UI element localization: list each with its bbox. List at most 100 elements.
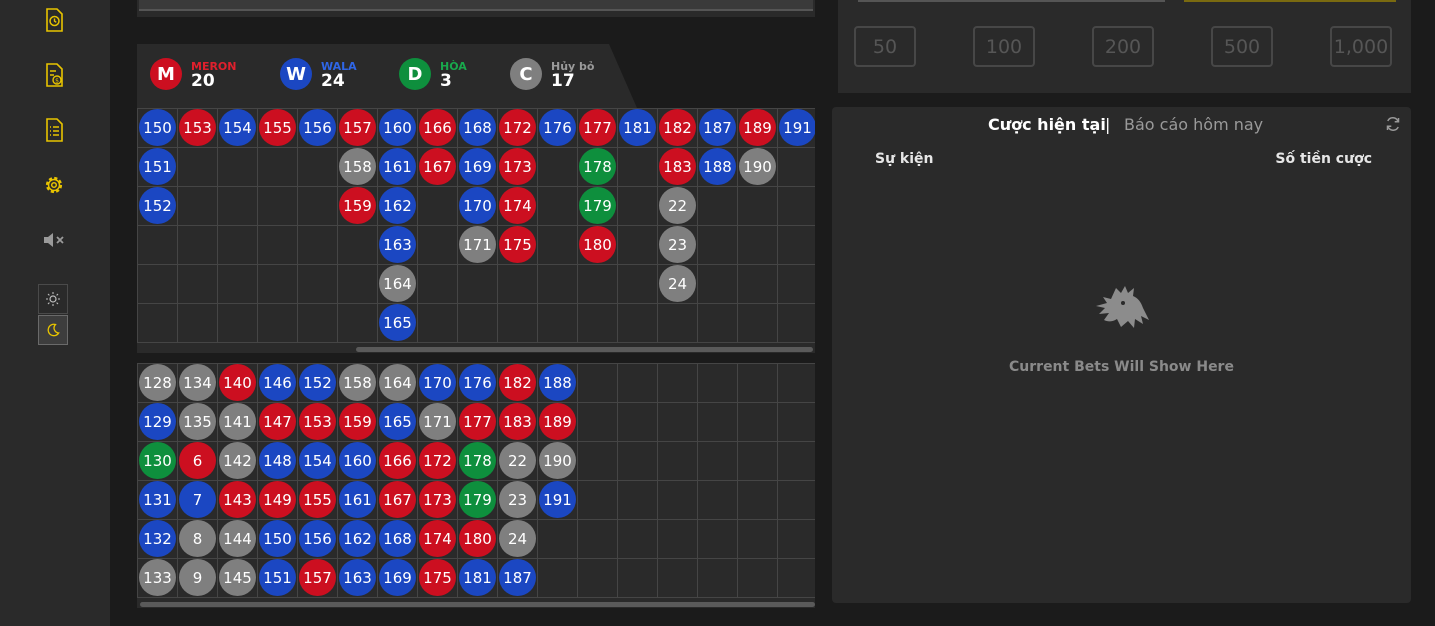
- road-result-ball: 149: [259, 481, 296, 518]
- road-result-ball: 157: [299, 559, 336, 596]
- road-result-ball: 180: [459, 520, 496, 557]
- road-result-ball: 190: [739, 148, 776, 185]
- chip-1000-button[interactable]: 1,000: [1330, 26, 1392, 67]
- road-result-ball: 159: [339, 187, 376, 224]
- road-result-ball: 171: [459, 226, 496, 263]
- road-result-ball: 130: [139, 442, 176, 479]
- column-bet-amount: Số tiền cược: [1275, 151, 1372, 167]
- road-result-ball: 6: [179, 442, 216, 479]
- road-result-ball: 171: [419, 403, 456, 440]
- road-result-ball: 190: [539, 442, 576, 479]
- road-result-ball: 176: [539, 109, 576, 146]
- money-report-icon[interactable]: $: [41, 62, 67, 88]
- tab-today-report[interactable]: Báo cáo hôm nay: [1124, 115, 1263, 134]
- settings-icon[interactable]: [41, 172, 67, 198]
- road-result-ball: 135: [179, 403, 216, 440]
- road-bottom-scrollbar[interactable]: [140, 602, 815, 607]
- road-result-ball: 168: [379, 520, 416, 557]
- moon-icon: [47, 323, 60, 337]
- road-result-ball: 189: [739, 109, 776, 146]
- light-theme-button[interactable]: [38, 284, 68, 314]
- road-result-ball: 157: [339, 109, 376, 146]
- road-result-ball: 180: [579, 226, 616, 263]
- road-result-ball: 188: [699, 148, 736, 185]
- road-result-ball: 161: [339, 481, 376, 518]
- road-result-ball: 23: [659, 226, 696, 263]
- road-result-ball: 179: [579, 187, 616, 224]
- road-result-ball: 155: [259, 109, 296, 146]
- road-result-ball: 191: [539, 481, 576, 518]
- road-result-ball: 9: [179, 559, 216, 596]
- road-result-ball: 158: [339, 148, 376, 185]
- road-result-ball: 174: [499, 187, 536, 224]
- road-result-ball: 131: [139, 481, 176, 518]
- road-result-ball: 154: [299, 442, 336, 479]
- road-result-ball: 182: [499, 364, 536, 401]
- road-result-ball: 141: [219, 403, 256, 440]
- tab-current-bets[interactable]: Cược hiện tại: [988, 115, 1106, 134]
- bet-amount-panel: 50 100 200 500 1,000: [838, 0, 1411, 93]
- sun-icon: [46, 292, 60, 306]
- dark-theme-button[interactable]: [38, 315, 68, 345]
- chip-200-button[interactable]: 200: [1092, 26, 1154, 67]
- road-result-ball: 150: [139, 109, 176, 146]
- road-result-ball: 164: [379, 265, 416, 302]
- history-icon[interactable]: [41, 7, 67, 33]
- road-result-ball: 170: [419, 364, 456, 401]
- road-result-ball: 177: [579, 109, 616, 146]
- road-result-ball: 176: [459, 364, 496, 401]
- road-result-ball: 154: [219, 109, 256, 146]
- road-top-scrollbar[interactable]: [356, 347, 813, 352]
- road-result-ball: 167: [379, 481, 416, 518]
- summary-cancel: C Hủy bỏ 17: [510, 58, 594, 90]
- draw-badge: D: [399, 58, 431, 90]
- road-result-ball: 143: [219, 481, 256, 518]
- wala-count: 24: [321, 71, 345, 91]
- chip-500-button[interactable]: 500: [1211, 26, 1273, 67]
- road-result-ball: 156: [299, 109, 336, 146]
- road-result-ball: 144: [219, 520, 256, 557]
- road-result-ball: 165: [379, 403, 416, 440]
- chip-50-button[interactable]: 50: [854, 26, 916, 67]
- road-result-ball: 177: [459, 403, 496, 440]
- road-result-ball: 187: [499, 559, 536, 596]
- road-result-ball: 167: [419, 148, 456, 185]
- road-result-ball: 153: [299, 403, 336, 440]
- refresh-icon[interactable]: [1384, 115, 1402, 133]
- road-map-top: 150 151 152 153 154 155 156 157 158 159 160 161 162 1…: [137, 108, 815, 353]
- road-result-ball: 189: [539, 403, 576, 440]
- road-result-ball: 148: [259, 442, 296, 479]
- road-result-ball: 147: [259, 403, 296, 440]
- road-result-ball: 183: [659, 148, 696, 185]
- road-result-ball: 128: [139, 364, 176, 401]
- meron-count: 20: [191, 71, 215, 91]
- road-result-ball: 166: [379, 442, 416, 479]
- road-result-ball: 24: [659, 265, 696, 302]
- road-result-ball: 134: [179, 364, 216, 401]
- road-result-ball: 162: [339, 520, 376, 557]
- svg-text:$: $: [55, 78, 59, 85]
- chip-100-button[interactable]: 100: [973, 26, 1035, 67]
- road-result-ball: 179: [459, 481, 496, 518]
- road-result-ball: 151: [259, 559, 296, 596]
- bet-list-icon[interactable]: [41, 117, 67, 143]
- empty-bets-message: Current Bets Will Show Here: [1009, 359, 1234, 375]
- summary-draw: D HÒA 3: [399, 58, 467, 90]
- road-result-ball: 133: [139, 559, 176, 596]
- road-result-ball: 173: [419, 481, 456, 518]
- sound-mute-icon[interactable]: [41, 227, 67, 253]
- road-result-ball: 172: [419, 442, 456, 479]
- wala-badge: W: [280, 58, 312, 90]
- road-result-ball: 142: [219, 442, 256, 479]
- road-result-ball: 168: [459, 109, 496, 146]
- road-result-ball: 160: [339, 442, 376, 479]
- road-result-ball: 178: [579, 148, 616, 185]
- road-result-ball: 22: [499, 442, 536, 479]
- road-result-ball: 181: [619, 109, 656, 146]
- meron-badge: M: [150, 58, 182, 90]
- road-result-ball: 152: [139, 187, 176, 224]
- road-result-ball: 169: [459, 148, 496, 185]
- road-result-ball: 183: [499, 403, 536, 440]
- rooster-icon: [1086, 282, 1158, 340]
- road-result-ball: 164: [379, 364, 416, 401]
